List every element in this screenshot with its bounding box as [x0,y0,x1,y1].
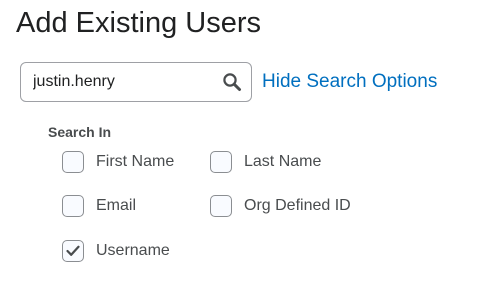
option-last-name[interactable]: Last Name [210,151,321,173]
search-input[interactable] [21,63,213,101]
email-checkbox[interactable] [62,195,84,217]
option-label: Username [96,242,170,259]
option-first-name[interactable]: First Name [62,151,174,173]
search-icon [222,72,242,92]
option-org-defined-id[interactable]: Org Defined ID [210,195,351,217]
option-label: First Name [96,153,175,170]
checkmark-icon [66,245,80,257]
search-in-label: Search In [48,124,112,140]
org-defined-id-checkbox[interactable] [210,195,232,217]
search-button[interactable] [219,69,245,95]
option-label: Email [96,197,137,214]
username-checkbox[interactable] [62,240,84,262]
option-label: Last Name [244,153,322,170]
page-title: Add Existing Users [16,7,261,39]
option-username[interactable]: Username [62,240,170,262]
option-email[interactable]: Email [62,195,136,217]
first-name-checkbox[interactable] [62,151,84,173]
option-label: Org Defined ID [244,197,351,214]
hide-search-options-link[interactable]: Hide Search Options [262,70,437,94]
search-box [20,62,252,102]
last-name-checkbox[interactable] [210,151,232,173]
